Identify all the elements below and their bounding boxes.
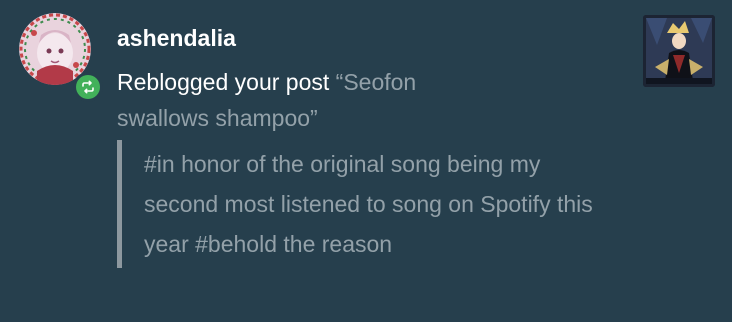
username-link[interactable]: ashendalia bbox=[117, 22, 612, 54]
post-thumbnail-image bbox=[643, 15, 715, 87]
reblog-badge bbox=[73, 72, 103, 102]
reblog-icon bbox=[82, 80, 94, 94]
post-thumbnail[interactable] bbox=[643, 15, 715, 87]
notification-content: ashendalia Reblogged your post “Seofon s… bbox=[117, 22, 612, 268]
tag-link[interactable]: #behold the reason bbox=[195, 231, 392, 257]
reblog-badge-circle bbox=[76, 75, 100, 99]
notification-action: Reblogged your post “Seofon swallows sha… bbox=[117, 64, 509, 136]
tags-block: #in honor of the original song being my … bbox=[117, 140, 599, 268]
action-text: Reblogged your post bbox=[117, 69, 330, 95]
